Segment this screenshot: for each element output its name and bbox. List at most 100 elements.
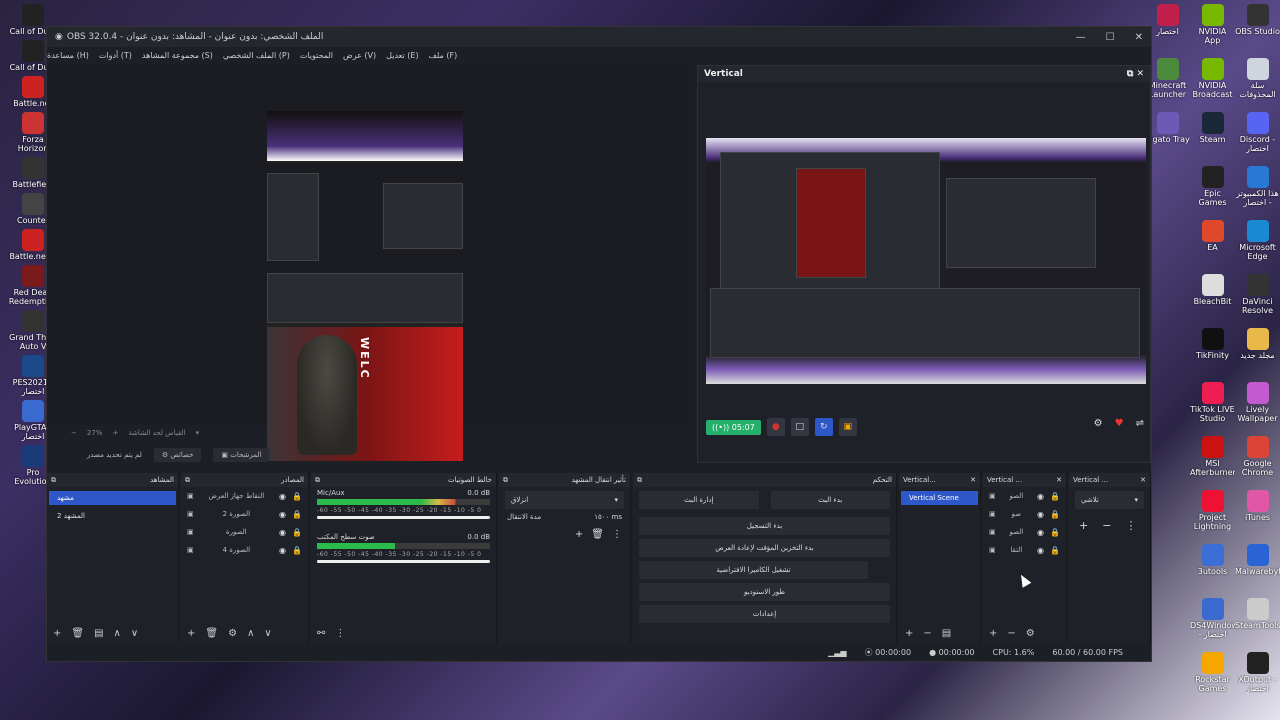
source-item[interactable]: ▣ التقاط جهاز العرض ◉ 🔒 (181, 487, 308, 505)
scenes-float-icon[interactable]: ⧉ (51, 476, 56, 485)
zoom-minus-icon[interactable]: − (71, 429, 77, 437)
visibility-icon[interactable]: ◉ (1037, 510, 1044, 519)
float-icon[interactable]: ⧉ (1127, 69, 1133, 79)
source-gear-icon[interactable]: ⚙ (228, 628, 237, 639)
desktop-shortcut[interactable]: هذا الكمبيوتر - اختصار (1235, 166, 1280, 216)
visibility-icon[interactable]: ◉ (1037, 528, 1044, 537)
desktop-shortcut[interactable]: MSI Afterburner (1190, 436, 1235, 486)
visibility-icon[interactable]: ◉ (279, 510, 286, 519)
add-transition-icon[interactable]: + (575, 529, 583, 540)
visibility-icon[interactable]: ◉ (1037, 546, 1044, 555)
desktop-shortcut[interactable]: Microsoft Edge (1235, 220, 1280, 270)
maximize-button[interactable]: ☐ (1106, 32, 1115, 43)
desktop-shortcut[interactable]: Rockstar Games (1190, 652, 1235, 702)
zoom-dropdown-icon[interactable]: ▾ (196, 429, 200, 437)
controls-float-icon[interactable]: ⧉ (637, 476, 642, 485)
lock-icon[interactable]: 🔒 (1050, 510, 1060, 519)
desktop-shortcut[interactable]: Project Lightning (1190, 490, 1235, 540)
vertical-settings-icon[interactable]: ⚙ (1094, 418, 1103, 429)
lock-icon[interactable]: 🔒 (1050, 528, 1060, 537)
desktop-shortcut[interactable]: DaVinci Resolve (1235, 274, 1280, 324)
desktop-shortcut[interactable]: SteamTools (1235, 598, 1280, 648)
source-item[interactable]: ▣ الصورة 2 ◉ 🔒 (181, 505, 308, 523)
vtrans-remove-icon[interactable]: − (1102, 519, 1111, 532)
vsource-add-icon[interactable]: + (989, 628, 997, 639)
move-down-icon[interactable]: ∨ (131, 628, 138, 639)
close-button[interactable]: ✕ (1135, 32, 1143, 43)
vertical-record-timer[interactable]: ((•)) 05:07 (706, 419, 761, 435)
vertical-source-item[interactable]: ▣ صو ◉ 🔒 (983, 505, 1066, 523)
mixer-link-icon[interactable]: ⚯ (317, 628, 325, 639)
move-up-icon[interactable]: ∧ (114, 628, 121, 639)
vtrans-add-icon[interactable]: + (1079, 519, 1088, 532)
desktop-shortcut[interactable]: Discord - اختصار (1235, 112, 1280, 162)
sources-float-icon[interactable]: ⧉ (185, 476, 190, 485)
vertical-source-item[interactable]: ▣ التقا ◉ 🔒 (983, 541, 1066, 559)
desktop-shortcut[interactable]: Malwarebytes (1235, 544, 1280, 594)
lock-icon[interactable]: 🔒 (292, 492, 302, 501)
menu-scene-collection[interactable]: مجموعة المشاهد (S) (142, 51, 213, 60)
desktop-shortcut[interactable]: NVIDIA Broadcast (1190, 58, 1235, 108)
stop-icon[interactable]: □ (790, 418, 809, 436)
vscenes-close-icon[interactable]: ✕ (970, 476, 976, 484)
minimize-button[interactable]: — (1076, 32, 1086, 43)
vertical-source-item[interactable]: ▣ الصو ◉ 🔒 (983, 487, 1066, 505)
menu-help[interactable]: مساعدة (H) (47, 51, 89, 60)
filters-button[interactable]: ▣ المرشحات (213, 448, 270, 462)
desktop-shortcut[interactable]: مجلد جديد (1235, 328, 1280, 378)
mixer-menu-icon[interactable]: ⋮ (335, 628, 345, 639)
desktop-shortcut[interactable]: 3utools (1190, 544, 1235, 594)
lock-icon[interactable]: 🔒 (292, 510, 302, 519)
source-item[interactable]: ▣ الصورة 4 ◉ 🔒 (181, 541, 308, 559)
desktop-shortcut[interactable]: EA (1190, 220, 1235, 270)
source-item[interactable]: ▣ الصورة ◉ 🔒 (181, 523, 308, 541)
desktop-shortcut[interactable]: BleachBit (1190, 274, 1235, 324)
vertical-transition-select[interactable]: تلاشي ▾ (1075, 491, 1144, 509)
replay-icon[interactable]: ▣ (838, 418, 857, 436)
desktop-shortcut[interactable]: Google Chrome (1235, 436, 1280, 486)
virtual-camera-button[interactable]: تشغيل الكاميرا الافتراضية (639, 561, 868, 579)
vsources-close-icon[interactable]: ✕ (1056, 476, 1062, 484)
properties-button[interactable]: ⚙ خصائص (153, 448, 202, 462)
remove-scene-icon[interactable]: 🗑 (71, 628, 84, 639)
vtrans-close-icon[interactable]: ✕ (1140, 476, 1146, 484)
visibility-icon[interactable]: ◉ (1037, 492, 1044, 501)
scene-filter-icon[interactable]: ▤ (94, 628, 103, 639)
add-source-icon[interactable]: + (187, 628, 195, 639)
desktop-shortcut[interactable]: سلة المحذوفات (1235, 58, 1280, 108)
visibility-icon[interactable]: ◉ (279, 546, 286, 555)
vscene-remove-icon[interactable]: − (923, 628, 931, 639)
vscene-filter-icon[interactable]: ▤ (942, 628, 951, 639)
vtrans-menu-icon[interactable]: ⋮ (1125, 519, 1136, 532)
scene-item[interactable]: مشهد (49, 491, 176, 505)
add-scene-icon[interactable]: + (53, 628, 61, 639)
lock-icon[interactable]: 🔒 (292, 546, 302, 555)
zoom-plus-icon[interactable]: + (112, 429, 118, 437)
desktop-shortcut[interactable]: XOutput - اختصار (1235, 652, 1280, 702)
menu-edit[interactable]: تعديل (E) (386, 51, 418, 60)
vsource-remove-icon[interactable]: − (1007, 628, 1015, 639)
desktop-shortcut[interactable]: iTunes (1235, 490, 1280, 540)
desktop-shortcut[interactable]: DS4Windows - اختصار (1190, 598, 1235, 648)
transition-select[interactable]: انزلاق ▾ (505, 491, 624, 509)
visibility-icon[interactable]: ◉ (279, 492, 286, 501)
lock-icon[interactable]: 🔒 (1050, 492, 1060, 501)
trans-float-icon[interactable]: ⧉ (503, 476, 508, 485)
visibility-icon[interactable]: ◉ (279, 528, 286, 537)
menu-view[interactable]: عرض (V) (343, 51, 376, 60)
menu-file[interactable]: ملف (F) (429, 51, 458, 60)
manage-stream-button[interactable]: إدارة البث (639, 491, 759, 509)
source-down-icon[interactable]: ∨ (264, 628, 271, 639)
desktop-shortcut[interactable]: TikFinity (1190, 328, 1235, 378)
scene-item[interactable]: المشهد 2 (49, 509, 176, 523)
menu-profile[interactable]: الملف الشخصي (P) (223, 51, 290, 60)
vertical-source-item[interactable]: ▣ الصو ◉ 🔒 (983, 523, 1066, 541)
vertical-scene-item[interactable]: Vertical Scene (901, 491, 978, 505)
main-preview[interactable]: WELC (47, 65, 687, 461)
refresh-icon[interactable]: ↻ (814, 418, 833, 436)
vsource-gear-icon[interactable]: ⚙ (1026, 628, 1035, 639)
remove-transition-icon[interactable]: 🗑 (591, 529, 604, 540)
lock-icon[interactable]: 🔒 (292, 528, 302, 537)
desktop-shortcut[interactable]: TikTok LIVE Studio (1190, 382, 1235, 432)
duration-input[interactable]: ١٥٠٠ ms (594, 513, 622, 521)
